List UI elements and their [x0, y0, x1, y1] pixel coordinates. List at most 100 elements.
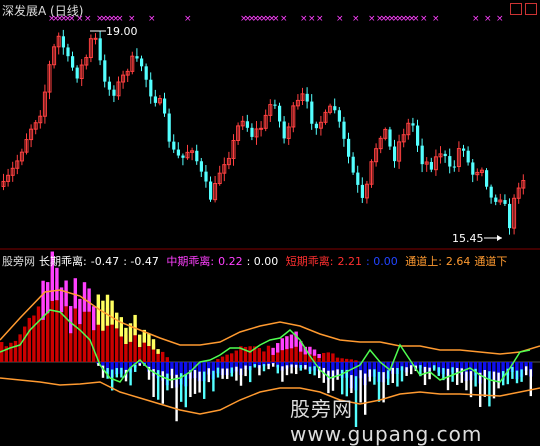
negative-deviation-bar: [203, 371, 206, 399]
legend-chan-up-value: 2.64: [445, 255, 471, 268]
negative-deviation-bar: [258, 365, 261, 376]
candle-body: [443, 153, 447, 157]
candle-body: [360, 184, 364, 198]
short-deviation-bar: [133, 314, 137, 336]
short-deviation-bar: [289, 334, 294, 349]
long-deviation-bar: [340, 358, 344, 362]
legend-chan-up-name: 通道上:: [405, 255, 442, 268]
candle-body: [342, 121, 346, 139]
negative-deviation-bar: [295, 364, 298, 375]
candle-body: [462, 148, 466, 151]
negative-deviation-bar: [368, 369, 371, 382]
negative-deviation-bar: [290, 364, 293, 374]
long-deviation-bar: [248, 346, 252, 362]
legend-long-v2: : -0.47: [123, 255, 159, 268]
signal-marker: ×: [432, 14, 440, 24]
candle-body: [388, 129, 392, 147]
long-deviation-bar: [23, 326, 27, 362]
negative-deviation-bar: [327, 370, 330, 394]
candle-body: [149, 79, 153, 97]
negative-deviation-bar: [396, 367, 399, 387]
candle-body: [356, 172, 360, 185]
long-deviation-bar: [354, 360, 358, 362]
candle-body: [259, 127, 264, 130]
maximize-button[interactable]: [525, 3, 537, 15]
minimize-button[interactable]: [510, 3, 522, 15]
candle-body: [305, 93, 309, 102]
candle-body: [420, 145, 424, 165]
candle-body: [452, 166, 456, 168]
negative-deviation-bar: [189, 370, 192, 398]
candle-body: [153, 96, 157, 103]
candle-body: [489, 186, 493, 198]
legend-short-v2: : 0.00: [366, 255, 398, 268]
candle-body: [135, 56, 139, 59]
negative-deviation-bar: [253, 364, 256, 368]
long-deviation-bar: [32, 315, 36, 362]
signal-marker: ×: [420, 14, 428, 24]
negative-deviation-bar: [285, 365, 289, 376]
candle-body: [245, 121, 249, 128]
legend-long-v1: -0.47: [90, 255, 120, 268]
negative-deviation-bar: [391, 367, 394, 384]
negative-deviation-bar: [226, 368, 229, 379]
short-deviation-bar: [105, 294, 110, 326]
long-deviation-bar: [322, 352, 326, 362]
long-deviation-bar: [225, 354, 229, 362]
candle-body: [411, 123, 415, 126]
short-deviation-bar: [46, 282, 50, 314]
candle-body: [347, 138, 351, 157]
long-deviation-bar: [262, 351, 266, 362]
signal-marker: ×: [128, 14, 136, 24]
candle-body: [494, 197, 498, 202]
candlestick-series: [1, 29, 526, 235]
candle-body: [209, 181, 213, 200]
signal-marker: ×: [280, 14, 288, 24]
long-deviation-bar: [230, 353, 234, 362]
short-deviation-bar: [69, 306, 73, 334]
negative-deviation-bar: [456, 368, 459, 385]
candle-body: [199, 161, 203, 172]
candle-body: [75, 67, 79, 79]
candle-body: [282, 121, 286, 139]
short-deviation-bar: [82, 282, 87, 312]
chart-canvas: ×××××× × × ×××××× × × × ××××××××× × × × × × × × ×××××××…: [0, 14, 540, 427]
candle-body: [250, 127, 254, 137]
negative-deviation-bar: [525, 366, 528, 376]
negative-deviation-bar: [207, 368, 210, 383]
signal-marker: ×: [496, 14, 504, 24]
negative-deviation-bar: [221, 368, 224, 379]
candle-body: [485, 170, 489, 187]
negative-deviation-bar: [184, 374, 187, 408]
short-deviation-bar: [276, 343, 280, 353]
long-deviation-bar: [161, 351, 165, 362]
long-deviation-bar: [326, 352, 330, 362]
negative-deviation-bar: [387, 370, 390, 386]
watermark: 股旁网 www.gupang.com: [290, 397, 483, 446]
candle-body: [112, 89, 116, 96]
signal-marker: ×: [368, 14, 376, 24]
low-price-label: 15.45: [452, 232, 484, 245]
negative-deviation-bar: [175, 374, 178, 422]
signal-marker: ×: [184, 14, 192, 24]
short-deviation-bar: [41, 280, 45, 320]
negative-deviation-bar: [308, 366, 312, 374]
signal-marker: ×: [116, 14, 124, 24]
negative-deviation-bar: [336, 369, 339, 380]
chart-title-text: 深发展A (日线): [2, 4, 84, 18]
candle-body: [66, 47, 70, 57]
short-deviation-bar: [78, 298, 82, 325]
negative-deviation-bar: [405, 367, 408, 376]
negative-deviation-bar: [428, 367, 431, 380]
candle-body: [310, 101, 314, 124]
negative-deviation-bar: [515, 370, 519, 384]
negative-deviation-bar: [331, 370, 335, 391]
legend-mid-v2: : 0.00: [246, 255, 279, 268]
negative-deviation-bar: [272, 363, 275, 367]
short-deviation-bar: [110, 300, 114, 325]
short-deviation-bar: [119, 317, 123, 337]
candle-body: [429, 161, 433, 170]
negative-deviation-bar: [433, 365, 436, 371]
legend-mid-v1: 0.22: [218, 255, 243, 268]
negative-deviation-bar: [120, 367, 123, 378]
